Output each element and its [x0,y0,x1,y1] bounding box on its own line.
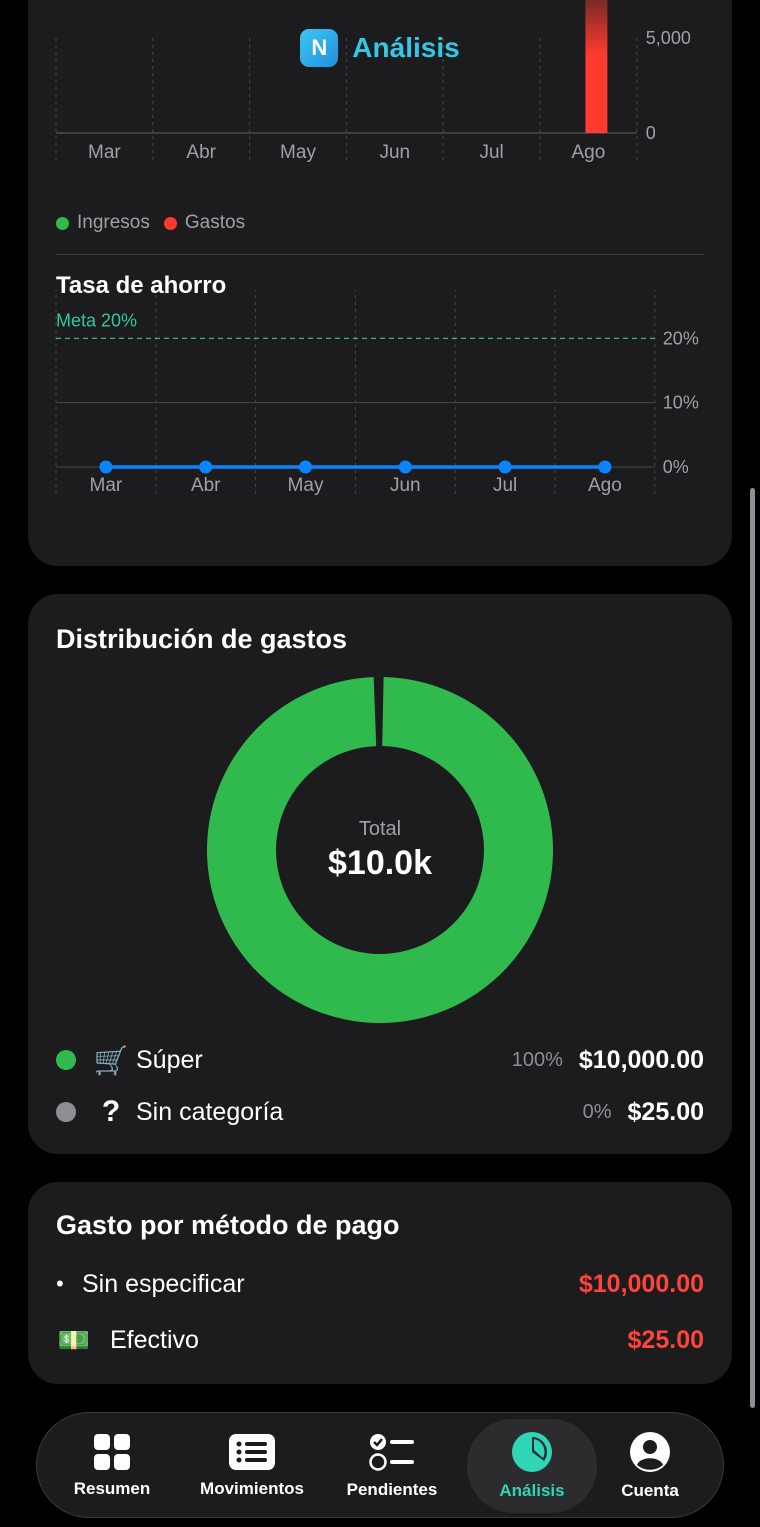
payment-row-cash[interactable]: 💵 Efectivo $25.00 [56,1320,704,1360]
legend-expense-dot [163,216,177,230]
page-title: Análisis [352,32,460,63]
category-amount: $10,000.00 [578,1045,704,1074]
donut-center-label: Total [358,818,402,840]
y-tick-label: 0 [646,123,656,143]
tab-analisis[interactable]: Análisis [467,1419,597,1513]
x-tick-label: Mar [90,475,123,496]
category-color-dot [56,1050,76,1070]
grid-icon [94,1434,130,1470]
savings-point [99,460,113,474]
category-row-super[interactable]: 🛒 Súper 100% $10,000.00 [56,1040,704,1080]
x-tick-label: Abr [191,475,221,496]
category-percent: 100% [511,1048,563,1071]
x-tick-label: Jul [493,475,517,496]
list-icon [229,1434,275,1470]
scrollbar[interactable] [750,488,755,1408]
payment-method-title: Gasto por método de pago [56,1210,400,1240]
shopping-cart-icon: 🛒 [93,1044,129,1076]
tab-bar: Resumen Movimientos Pendientes Análisis [36,1412,724,1518]
goal-label: Meta 20% [56,310,137,330]
x-tick-label: Jul [479,142,503,163]
pie-chart-icon [512,1432,552,1472]
donut-center-value: $10.0k [328,844,432,882]
tab-label: Análisis [499,1481,565,1500]
cash-icon: 💵 [57,1324,91,1355]
payment-amount: $25.00 [627,1325,704,1354]
tab-resumen[interactable]: Resumen [47,1419,177,1513]
savings-point [498,460,512,474]
x-tick-label: Jun [390,475,421,496]
tab-label: Pendientes [346,1480,438,1499]
savings-rate-chart: 30%20%10%0%Meta 20%MarAbrMayJunJulAgo [55,290,699,497]
payment-amount: $10,000.00 [578,1269,704,1298]
category-percent: 0% [582,1100,612,1123]
y-tick-label: 0% [663,457,689,477]
tab-label: Cuenta [621,1481,679,1500]
expense-distribution-card: Distribución de gastos Total $10.0k 🛒 Sú… [28,594,732,1154]
legend-income-label: Ingresos [77,212,150,233]
question-mark-icon: ? [101,1095,121,1128]
x-tick-label: May [288,475,324,496]
person-icon [630,1432,670,1472]
divider [56,254,704,255]
bullet-icon: • [56,1271,64,1296]
category-row-uncategorized[interactable]: ? Sin categoría 0% $25.00 [56,1092,704,1132]
category-color-dot [56,1102,76,1122]
legend-income-dot [56,216,69,230]
tab-label: Resumen [73,1479,151,1498]
savings-point [398,460,412,474]
chart-legend: Ingresos Gastos [56,212,245,234]
category-label: Sin categoría [136,1097,284,1126]
category-amount: $25.00 [627,1097,704,1126]
x-tick-label: Ago [588,475,622,496]
payment-row-unspecified[interactable]: • Sin especificar $10,000.00 [56,1264,704,1304]
y-tick-label: 20% [663,328,699,348]
x-tick-label: Ago [571,142,605,163]
payment-method-card: Gasto por método de pago • Sin especific… [28,1182,732,1384]
x-tick-label: Jun [379,142,410,163]
tab-movimientos[interactable]: Movimientos [187,1419,317,1513]
x-tick-label: May [280,142,316,163]
category-label: Súper [136,1045,203,1074]
app-logo: N [300,29,339,67]
payment-label: Sin especificar [82,1269,245,1298]
charts-card: 5,000 0 Mar Abr May Jun Jul Ago Ingresos Gastos… [28,0,732,566]
x-tick-label: Abr [186,142,216,163]
savings-point [299,460,312,474]
savings-point [598,460,612,474]
app-header: N Análisis [0,26,760,70]
tab-label: Movimientos [200,1479,304,1498]
payment-label: Efectivo [110,1325,199,1354]
tab-cuenta[interactable]: Cuenta [585,1419,715,1513]
distribution-title: Distribución de gastos [56,624,348,654]
legend-expense-label: Gastos [184,212,246,233]
x-tick-label: Mar [88,142,121,163]
savings-point [199,460,213,474]
checklist-icon [369,1434,414,1471]
tab-pendientes[interactable]: Pendientes [327,1419,457,1513]
y-tick-label: 10% [663,393,699,413]
